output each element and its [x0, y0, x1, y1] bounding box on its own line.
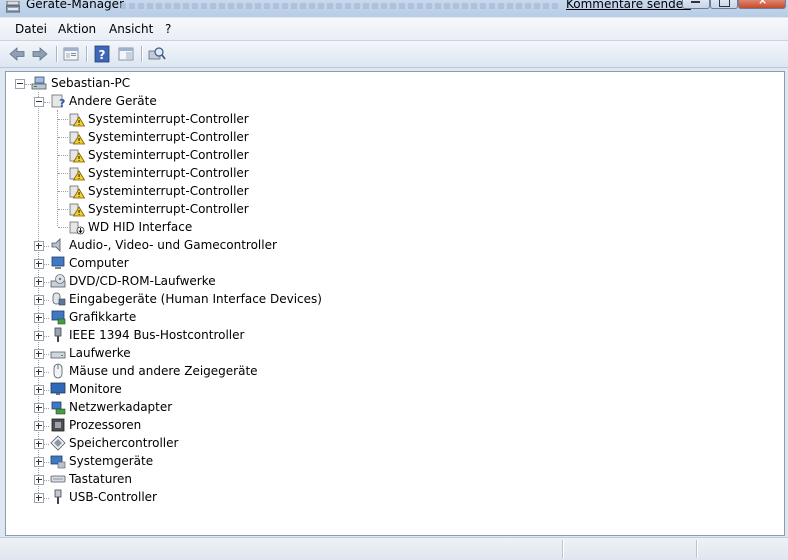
maximize-button[interactable] [710, 0, 738, 9]
category-item[interactable]: DVD/CD-ROM-Laufwerke [69, 273, 216, 289]
mouse-icon [50, 363, 66, 379]
expand-expander[interactable] [34, 241, 44, 251]
hid-icon [50, 291, 66, 307]
category-item[interactable]: Tastaturen [69, 471, 132, 487]
device-item[interactable]: Systeminterrupt-Controller [88, 201, 249, 217]
category-item[interactable]: Prozessoren [69, 417, 141, 433]
status-divider [562, 540, 563, 558]
category-other-devices[interactable]: Andere Geräte [69, 93, 157, 109]
expand-expander[interactable] [34, 259, 44, 269]
category-item[interactable]: USB-Controller [69, 489, 157, 505]
storage-controller-icon [50, 435, 66, 451]
keyboard-icon [50, 471, 66, 487]
menu-bar: Datei Aktion Ansicht ? [0, 18, 788, 41]
speaker-icon [50, 237, 66, 253]
optical-drive-icon [50, 273, 66, 289]
device-item[interactable]: Systeminterrupt-Controller [88, 165, 249, 181]
processor-icon [50, 417, 66, 433]
warning-device-icon [69, 111, 86, 127]
status-bar [0, 537, 788, 560]
expand-expander[interactable] [34, 331, 44, 341]
monitor-icon [50, 381, 66, 397]
device-item[interactable]: WD HID Interface [88, 219, 192, 235]
toolbar-separator [141, 46, 142, 62]
menu-datei[interactable]: Datei [15, 22, 47, 36]
system-devices-icon [50, 453, 66, 469]
feedback-link[interactable]: Kommentare senden [566, 0, 691, 11]
firewire-icon [50, 327, 66, 343]
expand-expander[interactable] [34, 349, 44, 359]
expand-expander[interactable] [34, 385, 44, 395]
expand-expander[interactable] [34, 403, 44, 413]
expand-expander[interactable] [34, 313, 44, 323]
category-item[interactable]: Laufwerke [69, 345, 131, 361]
computer-icon [50, 255, 66, 271]
view-icon[interactable] [117, 45, 135, 63]
category-item[interactable]: IEEE 1394 Bus-Hostcontroller [69, 327, 244, 343]
status-divider [696, 540, 697, 558]
usb-icon [50, 489, 66, 505]
category-item[interactable]: Audio-, Video- und Gamecontroller [69, 237, 277, 253]
menu-aktion[interactable]: Aktion [58, 22, 96, 36]
back-arrow-icon[interactable] [8, 45, 26, 63]
expand-expander[interactable] [34, 367, 44, 377]
category-item[interactable]: Mäuse und andere Zeigegeräte [69, 363, 258, 379]
minimize-button[interactable] [682, 0, 710, 9]
expand-expander[interactable] [34, 493, 44, 503]
menu-ansicht[interactable]: Ansicht [109, 22, 153, 36]
properties-icon[interactable] [62, 45, 80, 63]
expand-expander[interactable] [34, 457, 44, 467]
warning-device-icon [69, 201, 86, 217]
toolbar-separator [56, 46, 57, 62]
close-button[interactable]: × [738, 0, 786, 9]
scan-hardware-icon[interactable] [148, 45, 166, 63]
category-item[interactable]: Systemgeräte [69, 453, 153, 469]
device-item[interactable]: Systeminterrupt-Controller [88, 147, 249, 163]
network-adapter-icon [50, 399, 66, 415]
expand-expander[interactable] [34, 295, 44, 305]
root-computer-label[interactable]: Sebastian-PC [51, 75, 130, 91]
expand-expander[interactable] [34, 421, 44, 431]
device-manager-icon [6, 1, 20, 13]
toolbar-separator [86, 46, 87, 62]
category-item[interactable]: Computer [69, 255, 129, 271]
help-icon[interactable]: ? [93, 45, 111, 63]
expand-expander[interactable] [34, 475, 44, 485]
display-adapter-icon [50, 309, 66, 325]
toolbar: ? [0, 41, 788, 68]
computer-icon [31, 76, 47, 90]
window-title: Geräte-Manager [26, 0, 124, 11]
expand-expander[interactable] [34, 277, 44, 287]
warning-device-icon [69, 165, 86, 181]
category-item[interactable]: Eingabegeräte (Human Interface Devices) [69, 291, 322, 307]
device-tree: Sebastian-PC ? Andere Geräte Systeminter… [5, 71, 785, 536]
category-item[interactable]: Netzwerkadapter [69, 399, 172, 415]
device-item[interactable]: Systeminterrupt-Controller [88, 129, 249, 145]
close-icon: × [758, 0, 768, 7]
category-item[interactable]: Speichercontroller [69, 435, 178, 451]
category-item[interactable]: Monitore [69, 381, 122, 397]
blurred-address [120, 3, 560, 9]
svg-text:?: ? [59, 97, 65, 109]
disk-drive-icon [50, 345, 66, 361]
warning-device-icon [69, 129, 86, 145]
collapse-expander[interactable] [15, 79, 25, 89]
expand-expander[interactable] [34, 439, 44, 449]
category-item[interactable]: Grafikkarte [69, 309, 136, 325]
disabled-device-icon [69, 219, 85, 235]
device-item[interactable]: Systeminterrupt-Controller [88, 183, 249, 199]
device-item[interactable]: Systeminterrupt-Controller [88, 111, 249, 127]
collapse-expander[interactable] [34, 97, 44, 107]
svg-text:?: ? [99, 48, 106, 62]
unknown-device-icon: ? [51, 94, 65, 109]
warning-device-icon [69, 183, 86, 199]
warning-device-icon [69, 147, 86, 163]
forward-arrow-icon[interactable] [31, 45, 49, 63]
menu-help[interactable]: ? [165, 22, 171, 36]
title-bar[interactable]: Geräte-Manager Kommentare senden × [0, 0, 788, 17]
